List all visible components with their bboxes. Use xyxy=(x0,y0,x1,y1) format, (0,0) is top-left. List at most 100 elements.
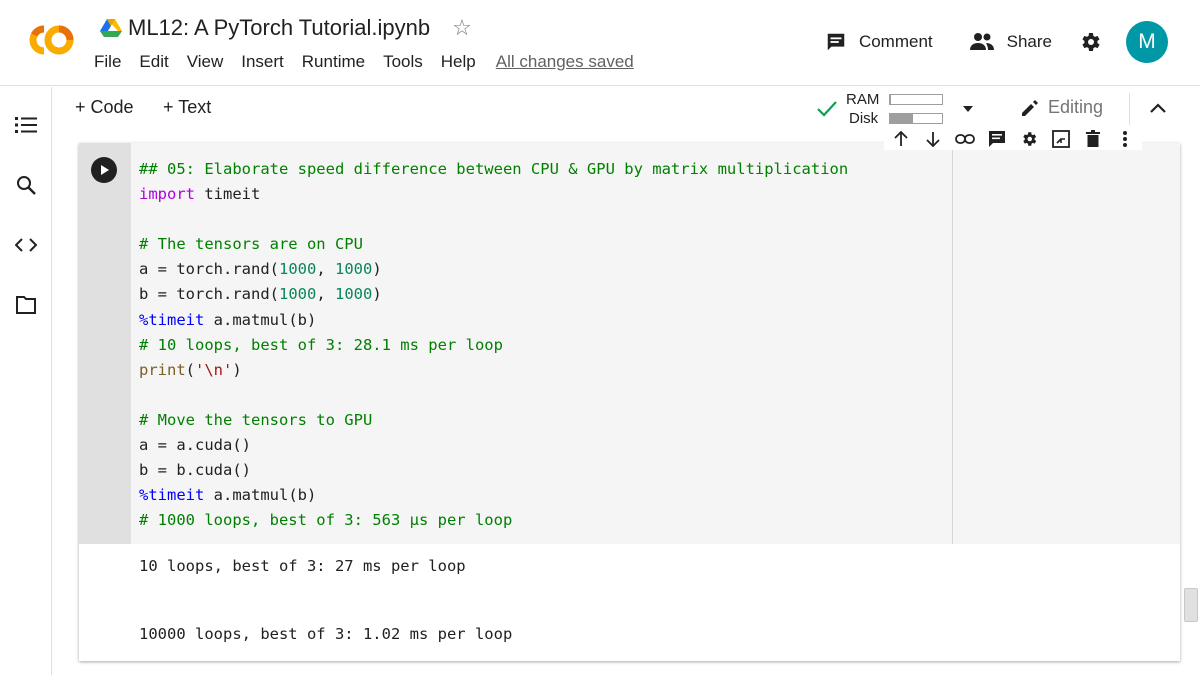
disk-label: Disk xyxy=(849,110,879,127)
editing-mode-button[interactable]: Editing xyxy=(1020,97,1103,118)
comment-button[interactable]: Comment xyxy=(825,31,933,53)
code-token: b = b.cuda() xyxy=(139,461,251,480)
ram-usage-fill xyxy=(890,95,892,104)
code-text[interactable]: ## 05: Elaborate speed difference betwee… xyxy=(139,157,848,533)
code-token: a = a.cuda() xyxy=(139,436,251,455)
code-token: , xyxy=(316,260,335,279)
caret-down-icon[interactable] xyxy=(962,105,974,113)
run-cell-button[interactable] xyxy=(91,157,117,183)
notebook-toolbar: + Code + Text RAM Disk Editing xyxy=(53,87,1200,131)
code-token: 1000 xyxy=(334,260,373,279)
folder-icon[interactable] xyxy=(14,293,38,317)
gear-icon xyxy=(1082,33,1100,51)
cell-toolbar xyxy=(884,128,1142,150)
code-token: , xyxy=(316,285,335,304)
check-icon xyxy=(817,101,837,117)
code-token: ) xyxy=(232,360,242,379)
search-icon[interactable] xyxy=(14,173,38,197)
code-line: # 1000 loops, best of 3: 563 µs per loop xyxy=(139,508,848,533)
menu-view[interactable]: View xyxy=(187,52,224,72)
code-line: %timeit a.matmul(b) xyxy=(139,308,848,333)
chevron-up-icon[interactable] xyxy=(1150,103,1166,113)
code-line: b = b.cuda() xyxy=(139,458,848,483)
pencil-icon xyxy=(1022,99,1038,116)
arrow-down-icon[interactable] xyxy=(922,128,944,150)
code-token: # The tensors are on CPU xyxy=(139,235,363,254)
code-snippets-icon[interactable] xyxy=(14,233,38,257)
code-line: b = torch.rand(1000, 1000) xyxy=(139,282,848,307)
editing-label: Editing xyxy=(1048,97,1104,117)
code-token: a.matmul(b) xyxy=(204,486,317,505)
code-token: b = torch.rand( xyxy=(139,285,279,304)
comment-icon[interactable] xyxy=(986,128,1008,150)
toolbar-divider xyxy=(1129,93,1130,125)
code-token: %timeit xyxy=(139,310,205,329)
output-line: 10000 loops, best of 3: 1.02 ms per loop xyxy=(139,625,513,643)
code-token: ## 05: Elaborate speed difference betwee… xyxy=(139,160,849,178)
code-token: print xyxy=(139,360,186,379)
more-vert-icon[interactable] xyxy=(1114,128,1136,150)
ram-label: RAM xyxy=(846,91,880,108)
cell-settings-icon[interactable] xyxy=(1018,128,1040,150)
code-token: a = torch.rand( xyxy=(139,260,279,279)
code-editor[interactable]: ## 05: Elaborate speed difference betwee… xyxy=(131,143,952,544)
code-token: # Move the tensors to GPU xyxy=(139,410,373,429)
code-token: # 10 loops, best of 3: 28.1 ms per loop xyxy=(139,335,503,354)
output-line: 10 loops, best of 3: 27 ms per loop xyxy=(139,557,466,575)
code-token: 1000 xyxy=(278,260,317,279)
save-status[interactable]: All changes saved xyxy=(496,52,634,72)
left-sidebar xyxy=(0,87,52,675)
code-token: 1000 xyxy=(278,285,317,304)
mirror-cell-icon[interactable] xyxy=(1050,128,1072,150)
share-label: Share xyxy=(1006,32,1052,51)
code-token: timeit xyxy=(195,185,261,204)
add-code-button[interactable]: + Code xyxy=(75,97,134,118)
ram-usage-bar xyxy=(889,94,943,105)
share-button[interactable]: Share xyxy=(969,32,1052,52)
menu-insert[interactable]: Insert xyxy=(241,52,284,72)
google-drive-icon[interactable] xyxy=(100,18,122,38)
menu-bar: File Edit View Insert Runtime Tools Help… xyxy=(94,52,634,72)
disk-usage-fill xyxy=(890,114,914,123)
code-line: # 10 loops, best of 3: 28.1 ms per loop xyxy=(139,333,848,358)
add-text-button[interactable]: + Text xyxy=(163,97,211,118)
delete-icon[interactable] xyxy=(1082,128,1104,150)
colab-logo[interactable] xyxy=(18,20,76,60)
star-icon[interactable]: ☆ xyxy=(452,17,472,39)
people-icon xyxy=(969,33,994,50)
code-token: '\n' xyxy=(195,360,233,379)
link-icon[interactable] xyxy=(954,128,976,150)
resources-indicator[interactable]: RAM Disk xyxy=(816,89,976,129)
code-line: %timeit a.matmul(b) xyxy=(139,483,848,508)
code-cell[interactable]: ## 05: Elaborate speed difference betwee… xyxy=(79,143,1180,661)
settings-button[interactable] xyxy=(1078,30,1102,54)
comment-icon xyxy=(827,33,845,51)
table-of-contents-icon[interactable] xyxy=(14,113,38,137)
editor-margin xyxy=(952,143,1180,544)
code-line: a = a.cuda() xyxy=(139,433,848,458)
code-line: a = torch.rand(1000, 1000) xyxy=(139,257,848,282)
menu-edit[interactable]: Edit xyxy=(139,52,168,72)
disk-usage-bar xyxy=(889,113,943,124)
code-line: print('\n') xyxy=(139,358,848,383)
cell-output: 10 loops, best of 3: 27 ms per loop 1000… xyxy=(131,544,1180,661)
avatar[interactable]: M xyxy=(1126,21,1168,63)
menu-tools[interactable]: Tools xyxy=(383,52,423,72)
code-line: import timeit xyxy=(139,182,848,207)
code-line: # The tensors are on CPU xyxy=(139,232,848,257)
arrow-up-icon[interactable] xyxy=(890,128,912,150)
notebook-title[interactable]: ML12: A PyTorch Tutorial.ipynb xyxy=(128,15,430,41)
code-token: # 1000 loops, best of 3: 563 µs per loop xyxy=(139,511,513,530)
menu-runtime[interactable]: Runtime xyxy=(302,52,365,72)
code-token: ) xyxy=(372,285,382,304)
menu-file[interactable]: File xyxy=(94,52,121,72)
code-token: a.matmul(b) xyxy=(204,310,317,329)
scrollbar-thumb[interactable] xyxy=(1184,588,1198,622)
code-token: 1000 xyxy=(334,285,373,304)
cell-gutter xyxy=(79,143,131,544)
menu-help[interactable]: Help xyxy=(441,52,476,72)
code-token: %timeit xyxy=(139,486,205,505)
comment-label: Comment xyxy=(858,32,933,51)
